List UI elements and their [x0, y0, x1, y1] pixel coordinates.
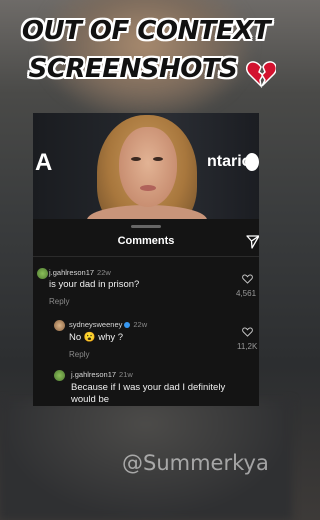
- comment-text: is your dad in prison?: [49, 279, 140, 290]
- comment-username-text[interactable]: sydneysweeney: [69, 320, 122, 329]
- comment-time: 22w: [133, 320, 148, 329]
- comment-text: Because if I was your dad I definitely w…: [71, 382, 226, 405]
- like-count: 11,2K: [237, 342, 258, 351]
- broken-heart-icon: [246, 61, 276, 88]
- comment-text: No 😮 why ?: [69, 332, 124, 343]
- comment-time: 22w: [97, 268, 111, 277]
- comments-divider: [33, 256, 259, 257]
- photo-eye-left: [131, 157, 141, 161]
- heart-like-icon[interactable]: [242, 327, 253, 337]
- photo-lips: [140, 185, 156, 191]
- watermark: @Summerkya: [122, 451, 269, 475]
- comment-username-text[interactable]: j.gahlreson17: [49, 268, 94, 277]
- comment-username-text[interactable]: j.gahlreson17: [71, 370, 116, 379]
- avatar[interactable]: [37, 268, 48, 279]
- send-icon[interactable]: [246, 235, 259, 249]
- verified-badge-icon: [124, 322, 131, 329]
- reply-button[interactable]: Reply: [69, 350, 89, 359]
- comment-username[interactable]: sydneysweeney 22w: [69, 320, 147, 329]
- like-count: 4,561: [236, 289, 257, 298]
- reply-button[interactable]: Reply: [49, 297, 69, 306]
- avatar[interactable]: [54, 370, 65, 381]
- backdrop-sign-left: A: [35, 149, 53, 176]
- headline-line-1: OUT OF CONTEXT: [21, 16, 271, 46]
- comment-time: 21w: [119, 370, 133, 379]
- heart-like-icon[interactable]: [242, 274, 253, 284]
- photo-eye-right: [153, 157, 163, 161]
- avatar[interactable]: [54, 320, 65, 331]
- comment-username[interactable]: j.gahlreson17 21w: [71, 370, 133, 379]
- ontario-logo-icon: [245, 153, 259, 171]
- comments-title: Comments: [117, 235, 175, 247]
- post-photo: A ntario: [33, 113, 259, 219]
- photo-face: [119, 127, 177, 207]
- sheet-drag-handle[interactable]: [131, 225, 161, 228]
- comment-username[interactable]: j.gahlreson17 22w: [49, 268, 111, 277]
- instagram-post-screenshot: A ntario Comments j.gahlreson17 22w is yo…: [33, 113, 259, 406]
